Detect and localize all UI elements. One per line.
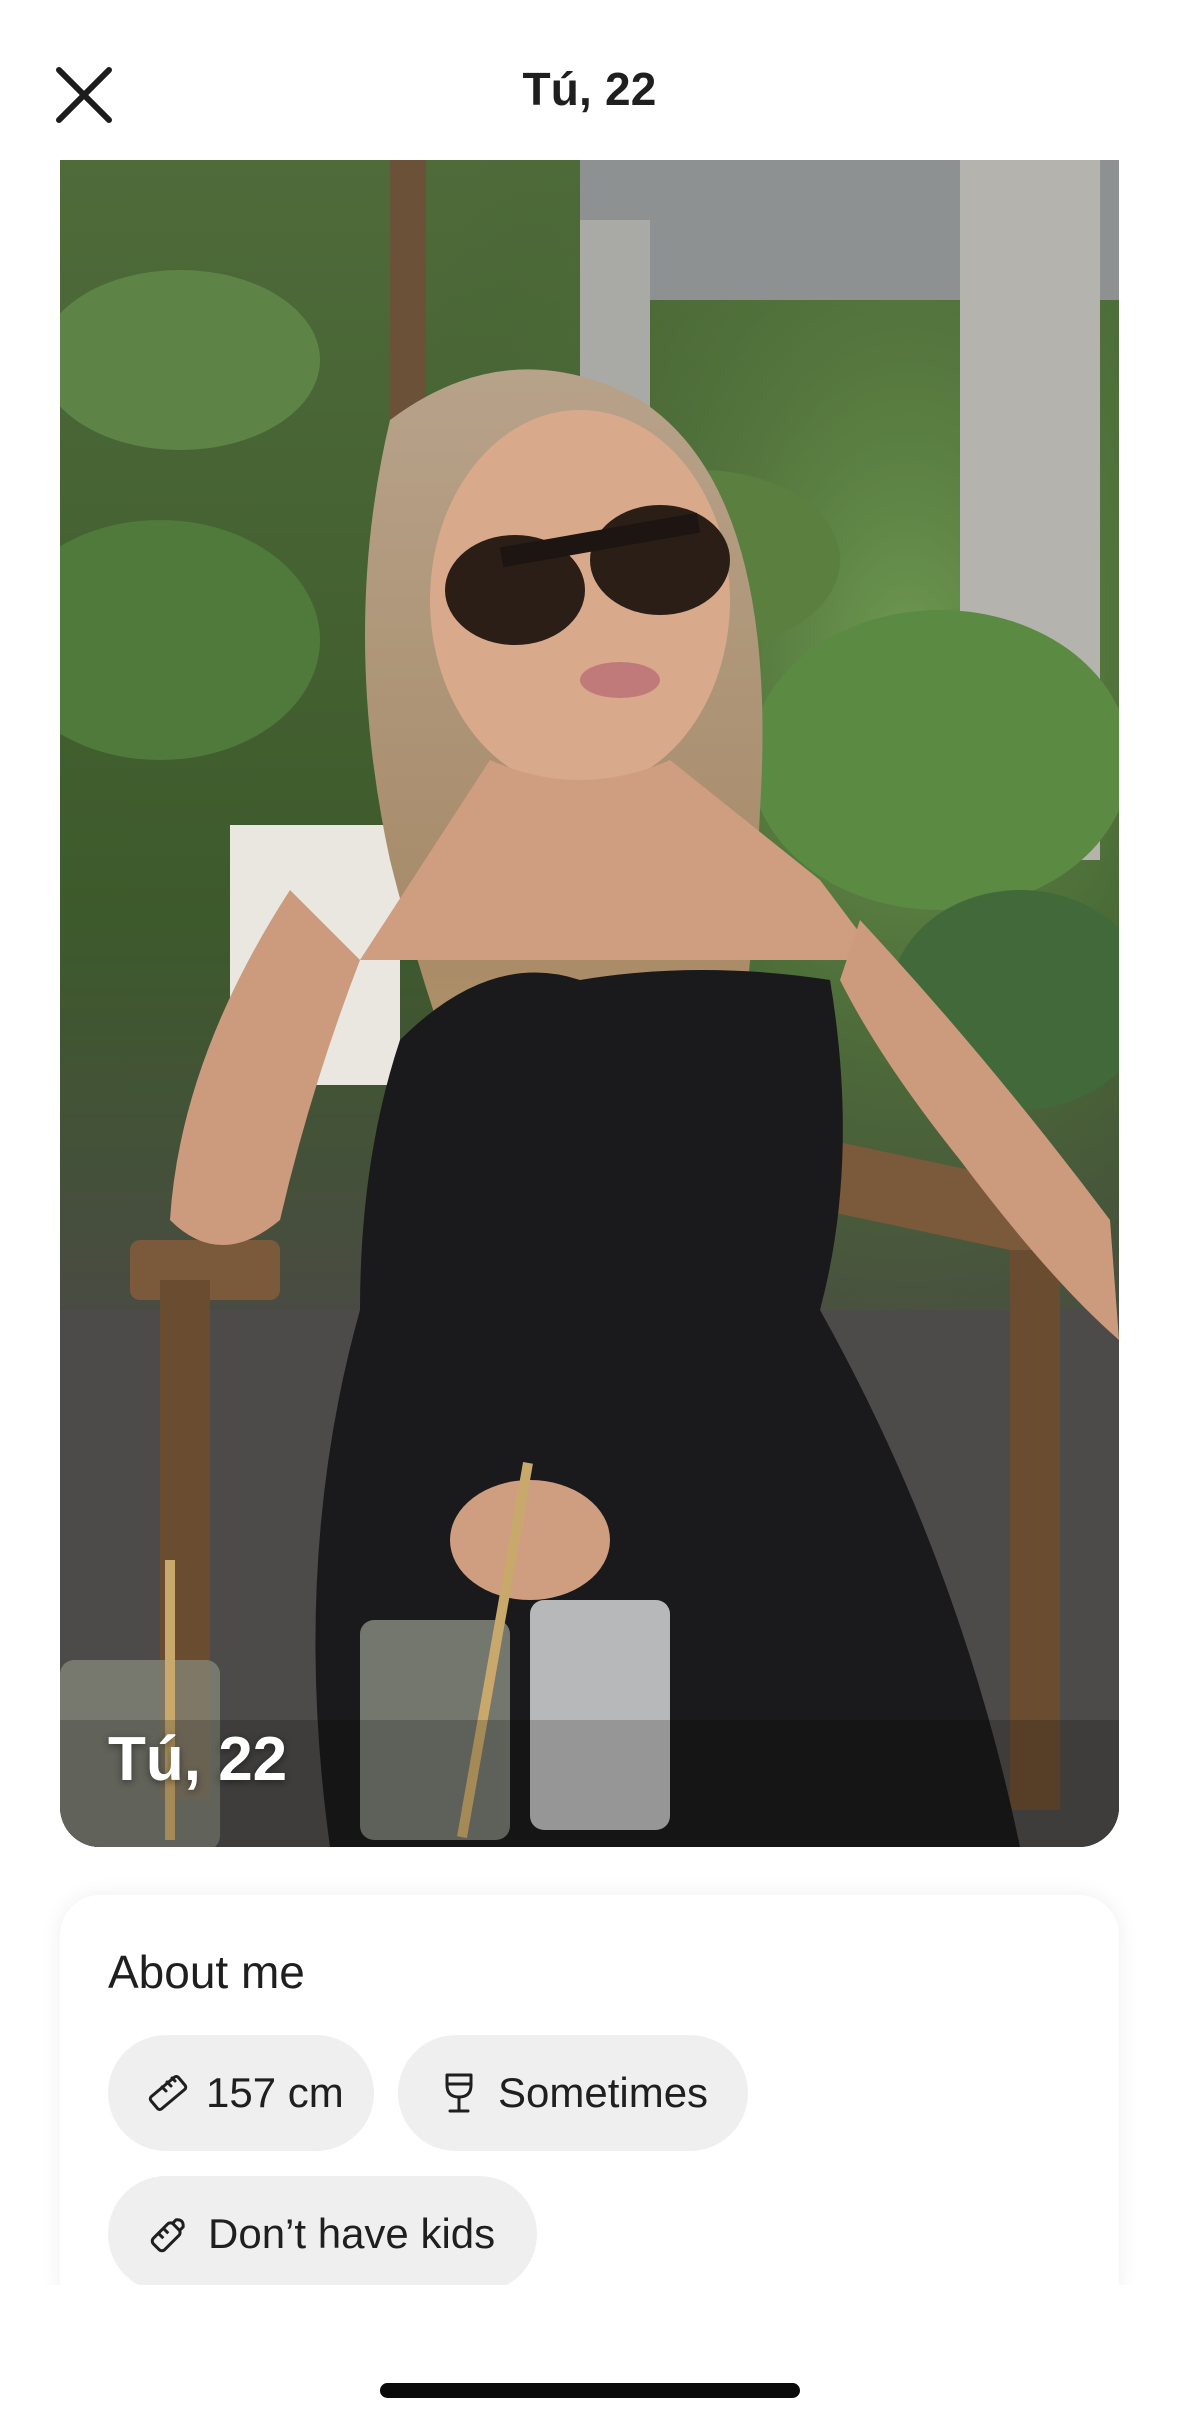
profile-photo-image bbox=[60, 160, 1119, 1847]
chip-height[interactable]: 157 cm bbox=[108, 2035, 374, 2151]
chip-label: 157 cm bbox=[206, 2069, 344, 2116]
chip-label: Don’t have kids bbox=[208, 2210, 496, 2257]
wine-glass-icon bbox=[434, 2068, 484, 2118]
ruler-icon bbox=[144, 2068, 192, 2118]
bottom-bar bbox=[0, 2285, 1179, 2424]
chip-drinking[interactable]: Sometimes bbox=[398, 2035, 748, 2151]
chip-label: Sometimes bbox=[498, 2069, 709, 2116]
profile-photo[interactable]: Tú, 22 bbox=[60, 160, 1119, 1847]
photo-name-age: Tú, 22 bbox=[108, 1725, 288, 1794]
header: Tú, 22 bbox=[0, 0, 1179, 160]
chip-kids[interactable]: Don’t have kids bbox=[108, 2176, 537, 2292]
about-me-card: About me 157 cm Sometimes Don’t have kid… bbox=[60, 1895, 1119, 2295]
profile-screen: Tú, 22 Tú, 22 About me 157 cm Sometimes … bbox=[0, 0, 1179, 2424]
baby-bottle-icon bbox=[144, 2209, 194, 2259]
home-indicator[interactable] bbox=[380, 2383, 800, 2398]
page-title: Tú, 22 bbox=[522, 63, 657, 115]
about-me-title: About me bbox=[108, 1946, 305, 1998]
